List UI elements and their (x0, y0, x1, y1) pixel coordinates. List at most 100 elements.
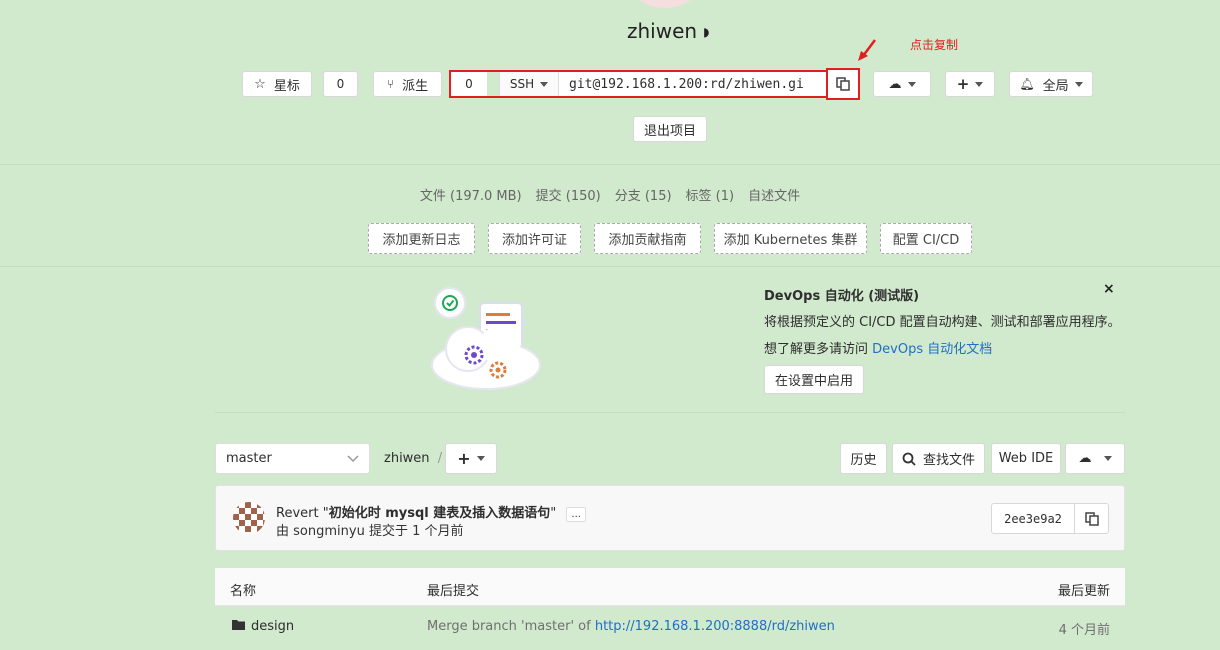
setup-cicd-button[interactable]: 配置 CI/CD (880, 223, 972, 254)
file-last-updated: 4 个月前 (1058, 623, 1110, 638)
commit-meta-suffix: 提交于 1 个月前 (368, 524, 464, 539)
file-last-commit: Merge branch 'master' of http://192.168.… (427, 619, 835, 634)
clone-url-input[interactable]: git@192.168.1.200:rd/zhiwen.gi (559, 72, 826, 96)
plus-icon: + (457, 449, 471, 468)
history-button[interactable]: 历史 (840, 443, 887, 474)
breadcrumb: zhiwen / (384, 451, 442, 466)
plus-icon: + (956, 75, 970, 93)
annotation-label: 点击复制 (910, 38, 959, 52)
stat-readme[interactable]: 自述文件 (748, 185, 800, 204)
enable-in-settings-label: 在设置中启用 (774, 374, 853, 389)
add-license-button[interactable]: 添加许可证 (488, 223, 581, 254)
stat-branches[interactable]: 分支 (15) (615, 185, 672, 204)
divider (215, 412, 1125, 413)
star-label: 星标 (273, 78, 300, 94)
stat-commits[interactable]: 提交 (150) (536, 185, 601, 204)
column-last-commit: 最后提交 (427, 584, 480, 599)
clone-protocol-dropdown[interactable]: SSH (499, 72, 559, 96)
divider (0, 164, 1220, 165)
copy-icon (836, 77, 850, 91)
breadcrumb-root[interactable]: zhiwen (384, 451, 430, 466)
table-row[interactable]: design Merge branch 'master' of http://1… (215, 606, 1125, 650)
web-ide-label: Web IDE (998, 451, 1054, 466)
commit-author-avatar (233, 502, 265, 534)
shield-icon: ◗ (703, 25, 710, 39)
add-changelog-button[interactable]: 添加更新日志 (368, 223, 475, 254)
file-last-commit-link[interactable]: http://192.168.1.200:8888/rd/zhiwen (595, 619, 835, 634)
find-file-button[interactable]: 查找文件 (892, 443, 985, 474)
download-cloud-icon: ☁ (888, 76, 902, 92)
commit-title-text: 初始化时 mysql 建表及插入数据语句 (328, 506, 551, 521)
devops-illustration-icon (431, 287, 541, 390)
commit-expand-button[interactable]: ... (566, 507, 586, 522)
devops-description: 将根据预定义的 CI/CD 配置自动构建、测试和部署应用程序。 (764, 315, 1121, 330)
history-label: 历史 (850, 453, 877, 468)
bell-icon: 🔔︎ (1019, 77, 1035, 91)
devops-docs-link[interactable]: DevOps 自动化文档 (872, 342, 992, 357)
fork-label: 派生 (402, 78, 429, 94)
notification-label: 全局 (1042, 78, 1069, 94)
file-table-header: 名称 最后提交 最后更新 (215, 568, 1125, 606)
stat-tags[interactable]: 标签 (1) (686, 185, 735, 204)
commit-title[interactable]: Revert "初始化时 mysql 建表及插入数据语句" ... (276, 502, 586, 522)
file-last-commit-text: Merge branch 'master' of (427, 619, 595, 634)
copy-icon (1084, 511, 1099, 526)
chevron-down-icon (347, 454, 359, 462)
chevron-down-icon (540, 81, 549, 87)
commit-meta: 由 songminyu 提交于 1 个月前 (276, 520, 464, 539)
last-commit-panel: Revert "初始化时 mysql 建表及插入数据语句" ... 由 song… (215, 485, 1125, 551)
web-ide-button[interactable]: Web IDE (991, 443, 1061, 474)
download-dropdown[interactable]: ☁ (873, 71, 931, 97)
chevron-down-icon (1103, 456, 1112, 461)
leave-project-label: 退出项目 (643, 123, 696, 139)
page-title: zhiwen ◗ (627, 19, 709, 43)
clone-protocol-label: SSH (509, 77, 535, 91)
clone-url-group: 0 SSH git@192.168.1.200:rd/zhiwen.gi (449, 70, 828, 98)
copy-url-button[interactable] (826, 68, 860, 100)
fork-count[interactable]: 0 (451, 72, 487, 96)
column-name: 名称 (230, 584, 257, 599)
star-count[interactable]: 0 (323, 71, 358, 97)
column-last-update: 最后更新 (1057, 584, 1110, 599)
devops-learn-more-text: 想了解更多请访问 (764, 342, 869, 357)
repo-download-dropdown[interactable]: ☁ (1065, 443, 1125, 474)
commit-sha[interactable]: 2ee3e9a2 (991, 503, 1075, 534)
commit-title-prefix: Revert " (276, 506, 329, 521)
copy-sha-button[interactable] (1074, 503, 1109, 534)
file-name-link[interactable]: design (251, 619, 294, 634)
project-avatar (630, 0, 700, 8)
leave-project-button[interactable]: 退出项目 (633, 116, 707, 142)
devops-learn-more: 想了解更多请访问 DevOps 自动化文档 (764, 338, 992, 357)
add-kubernetes-button[interactable]: 添加 Kubernetes 集群 (714, 223, 867, 254)
chevron-down-icon (907, 81, 916, 87)
add-file-dropdown[interactable]: + (445, 443, 497, 474)
stat-files[interactable]: 文件 (197.0 MB) (420, 185, 522, 204)
star-icon: ☆ (254, 76, 266, 92)
search-icon (902, 452, 916, 466)
star-count-value: 0 (336, 77, 345, 91)
notification-dropdown[interactable]: 🔔︎ 全局 (1009, 71, 1093, 97)
project-name: zhiwen (627, 19, 698, 43)
add-contributing-button[interactable]: 添加贡献指南 (594, 223, 701, 254)
chevron-down-icon (476, 456, 485, 461)
breadcrumb-separator: / (437, 451, 443, 466)
star-button[interactable]: ☆ 星标 (242, 71, 312, 97)
add-dropdown[interactable]: + (945, 71, 995, 97)
enable-in-settings-button[interactable]: 在设置中启用 (764, 365, 864, 394)
project-stats: 文件 (197.0 MB) 提交 (150) 分支 (15) 标签 (1) 自述… (0, 185, 1220, 204)
commit-meta-prefix: 由 (276, 524, 290, 539)
commit-title-suffix: " (550, 506, 557, 521)
branch-select[interactable]: master (215, 443, 370, 474)
divider (0, 266, 1220, 267)
close-icon[interactable]: × (1103, 281, 1115, 297)
find-file-label: 查找文件 (922, 453, 975, 468)
fork-icon: ⑂ (386, 77, 395, 91)
download-cloud-icon: ☁ (1078, 451, 1092, 466)
fork-button[interactable]: ⑂ 派生 (373, 71, 442, 97)
chevron-down-icon (1074, 81, 1083, 87)
chevron-down-icon (975, 81, 984, 87)
commit-author-link[interactable]: songminyu (293, 524, 365, 539)
folder-icon (232, 619, 245, 634)
devops-title: DevOps 自动化 (测试版) (764, 289, 920, 304)
clone-divider (487, 72, 499, 96)
